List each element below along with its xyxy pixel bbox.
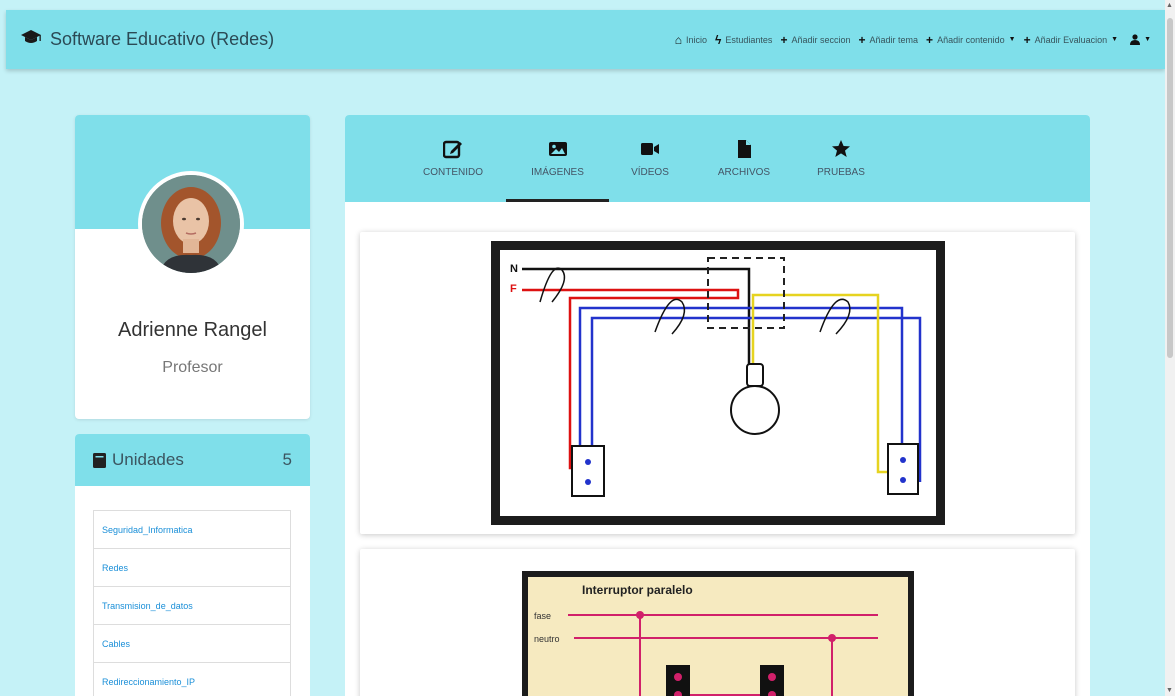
- image-icon: [548, 142, 567, 156]
- nav-anadir-contenido-label: Añadir contenido: [937, 34, 1005, 45]
- avatar: [138, 171, 244, 277]
- tab-pruebas-label: PRUEBAS: [817, 167, 865, 178]
- nav-anadir-tema-label: Añadir tema: [869, 34, 919, 45]
- brand-title: Software Educativo (Redes): [50, 29, 275, 49]
- nav-inicio-label: Inicio: [686, 34, 708, 45]
- tab-imagenes-label: IMÁGENES: [531, 167, 584, 178]
- units-title: Unidades: [112, 450, 184, 469]
- tab-contenido[interactable]: CONTENIDO: [417, 115, 489, 202]
- units-list: Seguridad_Informatica Redes Transmision_…: [93, 510, 291, 696]
- tab-contenido-label: CONTENIDO: [423, 167, 483, 178]
- parallel-switch-image: Interruptor paralelo fase neutro: [522, 571, 914, 696]
- nav-anadir-seccion-label: Añadir seccion: [791, 34, 851, 45]
- video-icon: [641, 143, 659, 155]
- unit-item-redireccionamiento-ip[interactable]: Redireccionamiento_IP: [93, 662, 291, 696]
- home-icon: ⌂: [674, 32, 683, 47]
- scroll-down-icon[interactable]: ▼: [1166, 687, 1173, 694]
- caret-down-icon: ▼: [1111, 36, 1119, 43]
- user-icon: [1130, 34, 1141, 45]
- plus-icon: +: [858, 32, 866, 47]
- nav-anadir-seccion[interactable]: + Añadir seccion: [780, 34, 850, 46]
- user-menu-dropdown[interactable]: ▼: [1130, 34, 1151, 45]
- parallel-switch-diagram: Interruptor paralelo fase neutro: [528, 577, 908, 696]
- nav-estudiantes-label: Estudiantes: [725, 34, 773, 45]
- image-card[interactable]: N F: [360, 232, 1075, 534]
- nav-links: ⌂ Inicio ϟ Estudiantes + Añadir seccion …: [675, 34, 1151, 46]
- profile-role: Profesor: [162, 359, 223, 376]
- graduation-cap-icon: [20, 29, 42, 50]
- units-title-group: Unidades: [93, 450, 184, 470]
- tab-videos-label: VÍDEOS: [631, 167, 669, 178]
- nav-anadir-evaluacion-label: Añadir Evaluacion: [1034, 34, 1108, 45]
- image-card[interactable]: Interruptor paralelo fase neutro: [360, 549, 1075, 696]
- content-panel: CONTENIDO IMÁGENES VÍDEOS ARCHIVOS PRUEB…: [345, 115, 1090, 696]
- unit-item-redes[interactable]: Redes: [93, 548, 291, 587]
- star-icon: [832, 140, 850, 157]
- wiring-diagram-image: N F: [491, 241, 945, 525]
- nav-anadir-tema[interactable]: + Añadir tema: [859, 34, 919, 46]
- nav-estudiantes[interactable]: ϟ Estudiantes: [715, 34, 772, 46]
- diagram-label-n: N: [510, 263, 518, 275]
- tabs-bar: CONTENIDO IMÁGENES VÍDEOS ARCHIVOS PRUEB…: [345, 115, 1090, 202]
- unit-item-seguridad-informatica[interactable]: Seguridad_Informatica: [93, 510, 291, 549]
- profile-card: Adrienne Rangel Profesor: [75, 115, 310, 419]
- caret-down-icon: ▼: [1008, 36, 1016, 43]
- units-header: Unidades 5: [75, 434, 310, 486]
- book-icon: [93, 452, 106, 468]
- edit-icon: [443, 140, 462, 159]
- nav-anadir-contenido-dropdown[interactable]: + Añadir contenido ▼: [926, 34, 1016, 46]
- bolt-icon: ϟ: [715, 32, 722, 47]
- unit-item-transmision-de-datos[interactable]: Transmision_de_datos: [93, 586, 291, 625]
- caret-down-icon: ▼: [1144, 36, 1151, 43]
- diagram-label-f: F: [510, 283, 517, 295]
- tab-imagenes[interactable]: IMÁGENES: [506, 115, 609, 202]
- scrollbar-thumb[interactable]: [1167, 18, 1173, 358]
- tab-videos[interactable]: VÍDEOS: [625, 115, 675, 202]
- units-count: 5: [282, 450, 292, 469]
- plus-icon: +: [1023, 32, 1031, 47]
- scroll-up-icon[interactable]: ▲: [1166, 2, 1173, 9]
- units-card: Unidades 5 Seguridad_Informatica Redes T…: [75, 434, 310, 696]
- profile-name: Adrienne Rangel: [118, 319, 267, 341]
- page-scrollbar[interactable]: ▲ ▼: [1165, 0, 1175, 696]
- unit-item-cables[interactable]: Cables: [93, 624, 291, 663]
- plus-icon: +: [780, 32, 788, 47]
- tab-archivos-label: ARCHIVOS: [717, 167, 771, 178]
- brand[interactable]: Software Educativo (Redes): [20, 29, 274, 50]
- file-icon: [738, 140, 751, 158]
- top-navbar: Software Educativo (Redes) ⌂ Inicio ϟ Es…: [6, 10, 1165, 69]
- plus-icon: +: [926, 32, 934, 47]
- nav-inicio[interactable]: ⌂ Inicio: [675, 34, 707, 46]
- tab-pruebas[interactable]: PRUEBAS: [811, 115, 871, 202]
- tab-archivos[interactable]: ARCHIVOS: [713, 115, 775, 202]
- nav-anadir-evaluacion-dropdown[interactable]: + Añadir Evaluacion ▼: [1024, 34, 1119, 46]
